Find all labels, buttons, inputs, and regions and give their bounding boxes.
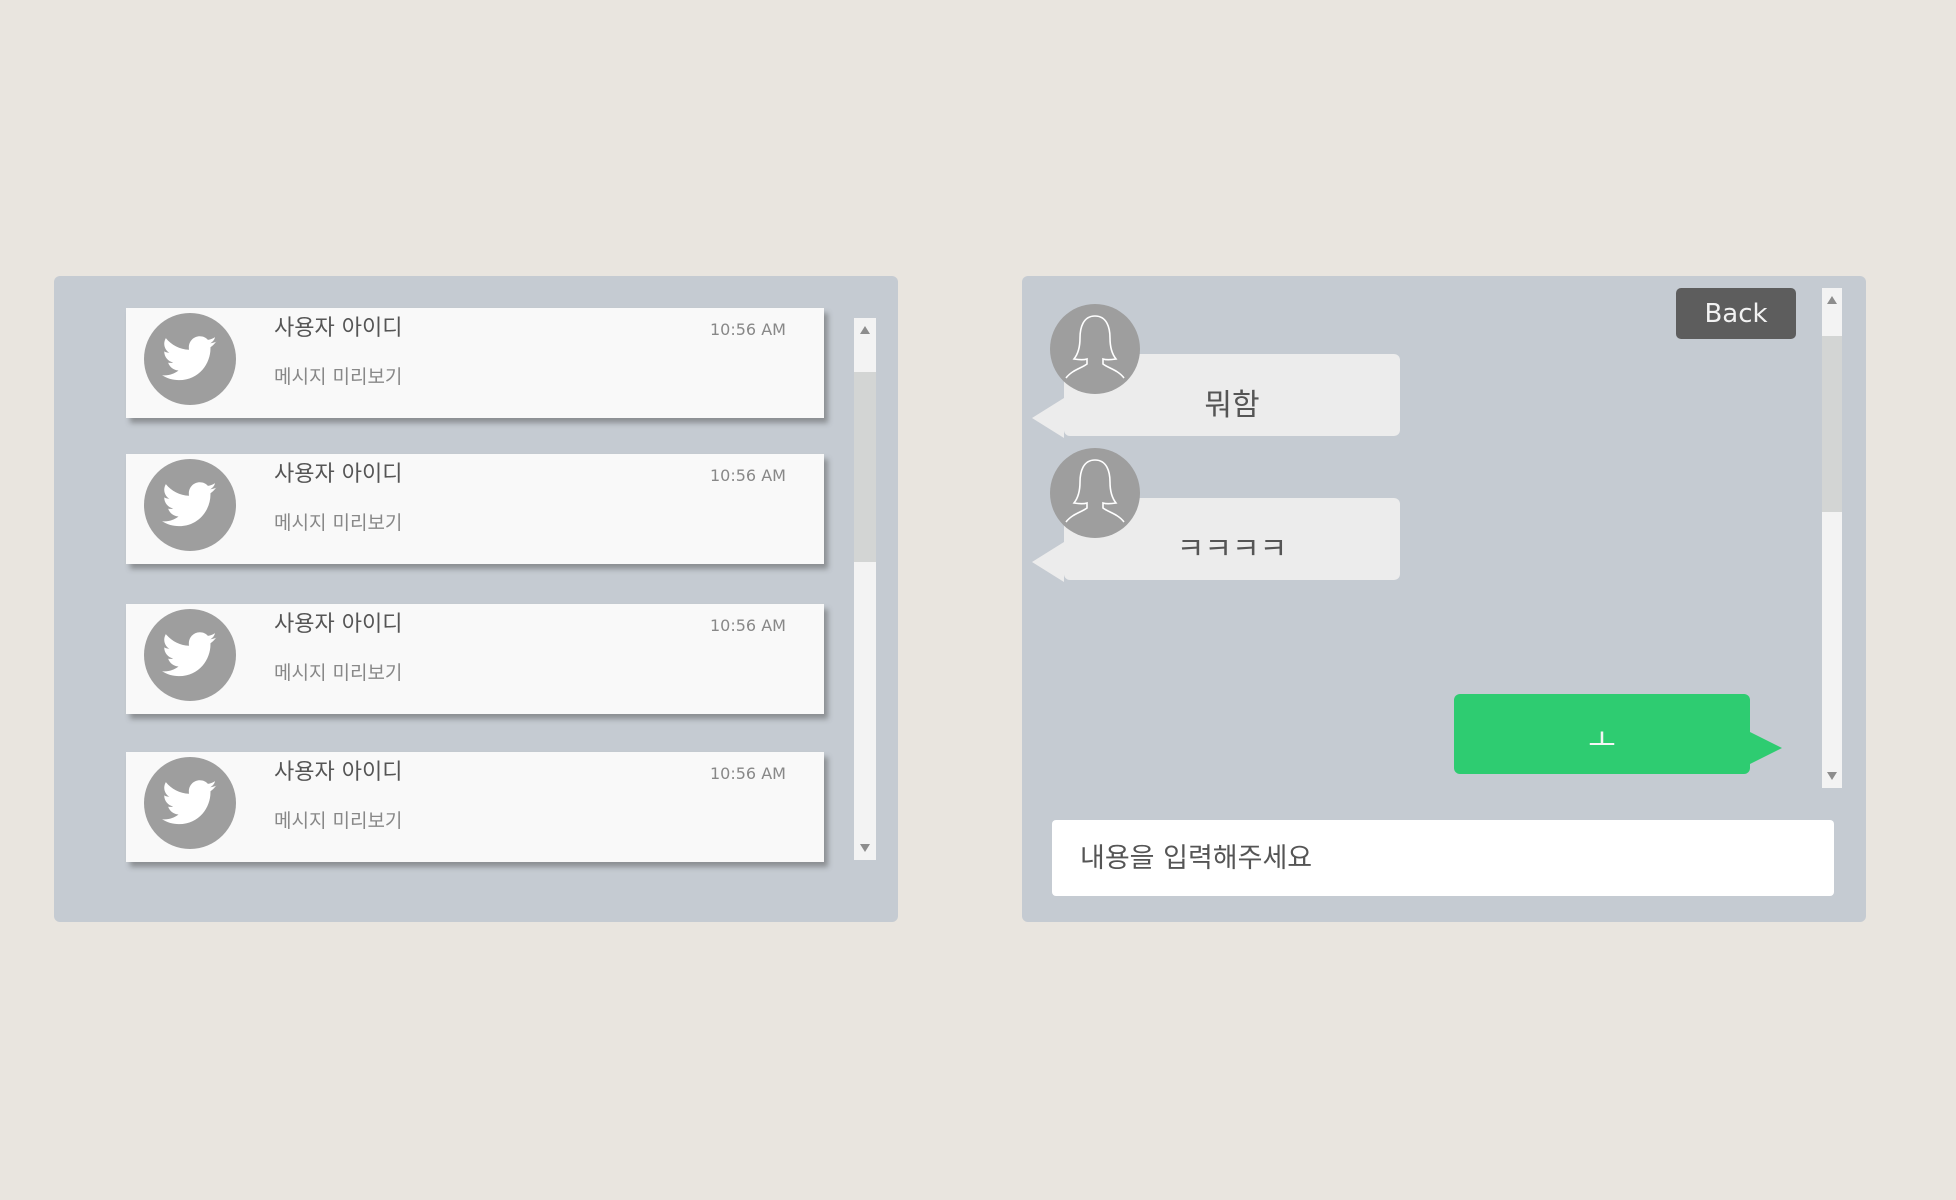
conversation-user-id: 사용자 아이디 bbox=[274, 760, 403, 785]
conversation-time: 10:56 AM bbox=[710, 466, 786, 485]
conversation-time: 10:56 AM bbox=[710, 320, 786, 339]
scroll-down-arrow-icon[interactable] bbox=[1822, 766, 1842, 786]
scrollbar-thumb[interactable] bbox=[1822, 336, 1842, 512]
scroll-up-arrow-icon[interactable] bbox=[854, 320, 876, 340]
twitter-bird-icon bbox=[144, 609, 236, 701]
conversation-preview: 메시지 미리보기 bbox=[274, 512, 403, 534]
bubble-tail bbox=[1032, 542, 1064, 582]
twitter-bird-icon bbox=[144, 459, 236, 551]
conversation-preview: 메시지 미리보기 bbox=[274, 366, 403, 388]
twitter-bird-icon bbox=[144, 313, 236, 405]
bubble-tail bbox=[1032, 398, 1064, 438]
message-input[interactable] bbox=[1052, 820, 1834, 896]
bubble-tail bbox=[1750, 732, 1782, 764]
conversation-time: 10:56 AM bbox=[710, 764, 786, 783]
outgoing-message-bubble: ㅗ bbox=[1454, 694, 1782, 774]
chat-scrollbar[interactable] bbox=[1822, 288, 1842, 788]
conversation-user-id: 사용자 아이디 bbox=[274, 316, 403, 341]
conversation-item[interactable]: 사용자 아이디 메시지 미리보기 10:56 AM bbox=[126, 454, 824, 564]
conversation-user-id: 사용자 아이디 bbox=[274, 462, 403, 487]
conversation-item[interactable]: 사용자 아이디 메시지 미리보기 10:56 AM bbox=[126, 604, 824, 714]
conversation-item[interactable]: 사용자 아이디 메시지 미리보기 10:56 AM bbox=[126, 308, 824, 418]
conversation-list-panel: 사용자 아이디 메시지 미리보기 10:56 AM 사용자 아이디 메시지 미리… bbox=[54, 276, 898, 922]
scrollbar-thumb[interactable] bbox=[854, 372, 876, 562]
conversation-preview: 메시지 미리보기 bbox=[274, 810, 403, 832]
twitter-bird-icon bbox=[144, 757, 236, 849]
back-button[interactable]: Back bbox=[1676, 288, 1796, 339]
list-scrollbar[interactable] bbox=[854, 318, 876, 860]
conversation-preview: 메시지 미리보기 bbox=[274, 662, 403, 684]
scroll-up-arrow-icon[interactable] bbox=[1822, 290, 1842, 310]
scroll-down-arrow-icon[interactable] bbox=[854, 838, 876, 858]
user-silhouette-icon bbox=[1050, 448, 1140, 538]
conversation-item[interactable]: 사용자 아이디 메시지 미리보기 10:56 AM bbox=[126, 752, 824, 862]
conversation-user-id: 사용자 아이디 bbox=[274, 612, 403, 637]
chat-panel: Back 뭐함 ㅋㅋㅋㅋ ㅗ bbox=[1022, 276, 1866, 922]
user-silhouette-icon bbox=[1050, 304, 1140, 394]
conversation-time: 10:56 AM bbox=[710, 616, 786, 635]
message-text: ㅗ bbox=[1588, 724, 1616, 759]
